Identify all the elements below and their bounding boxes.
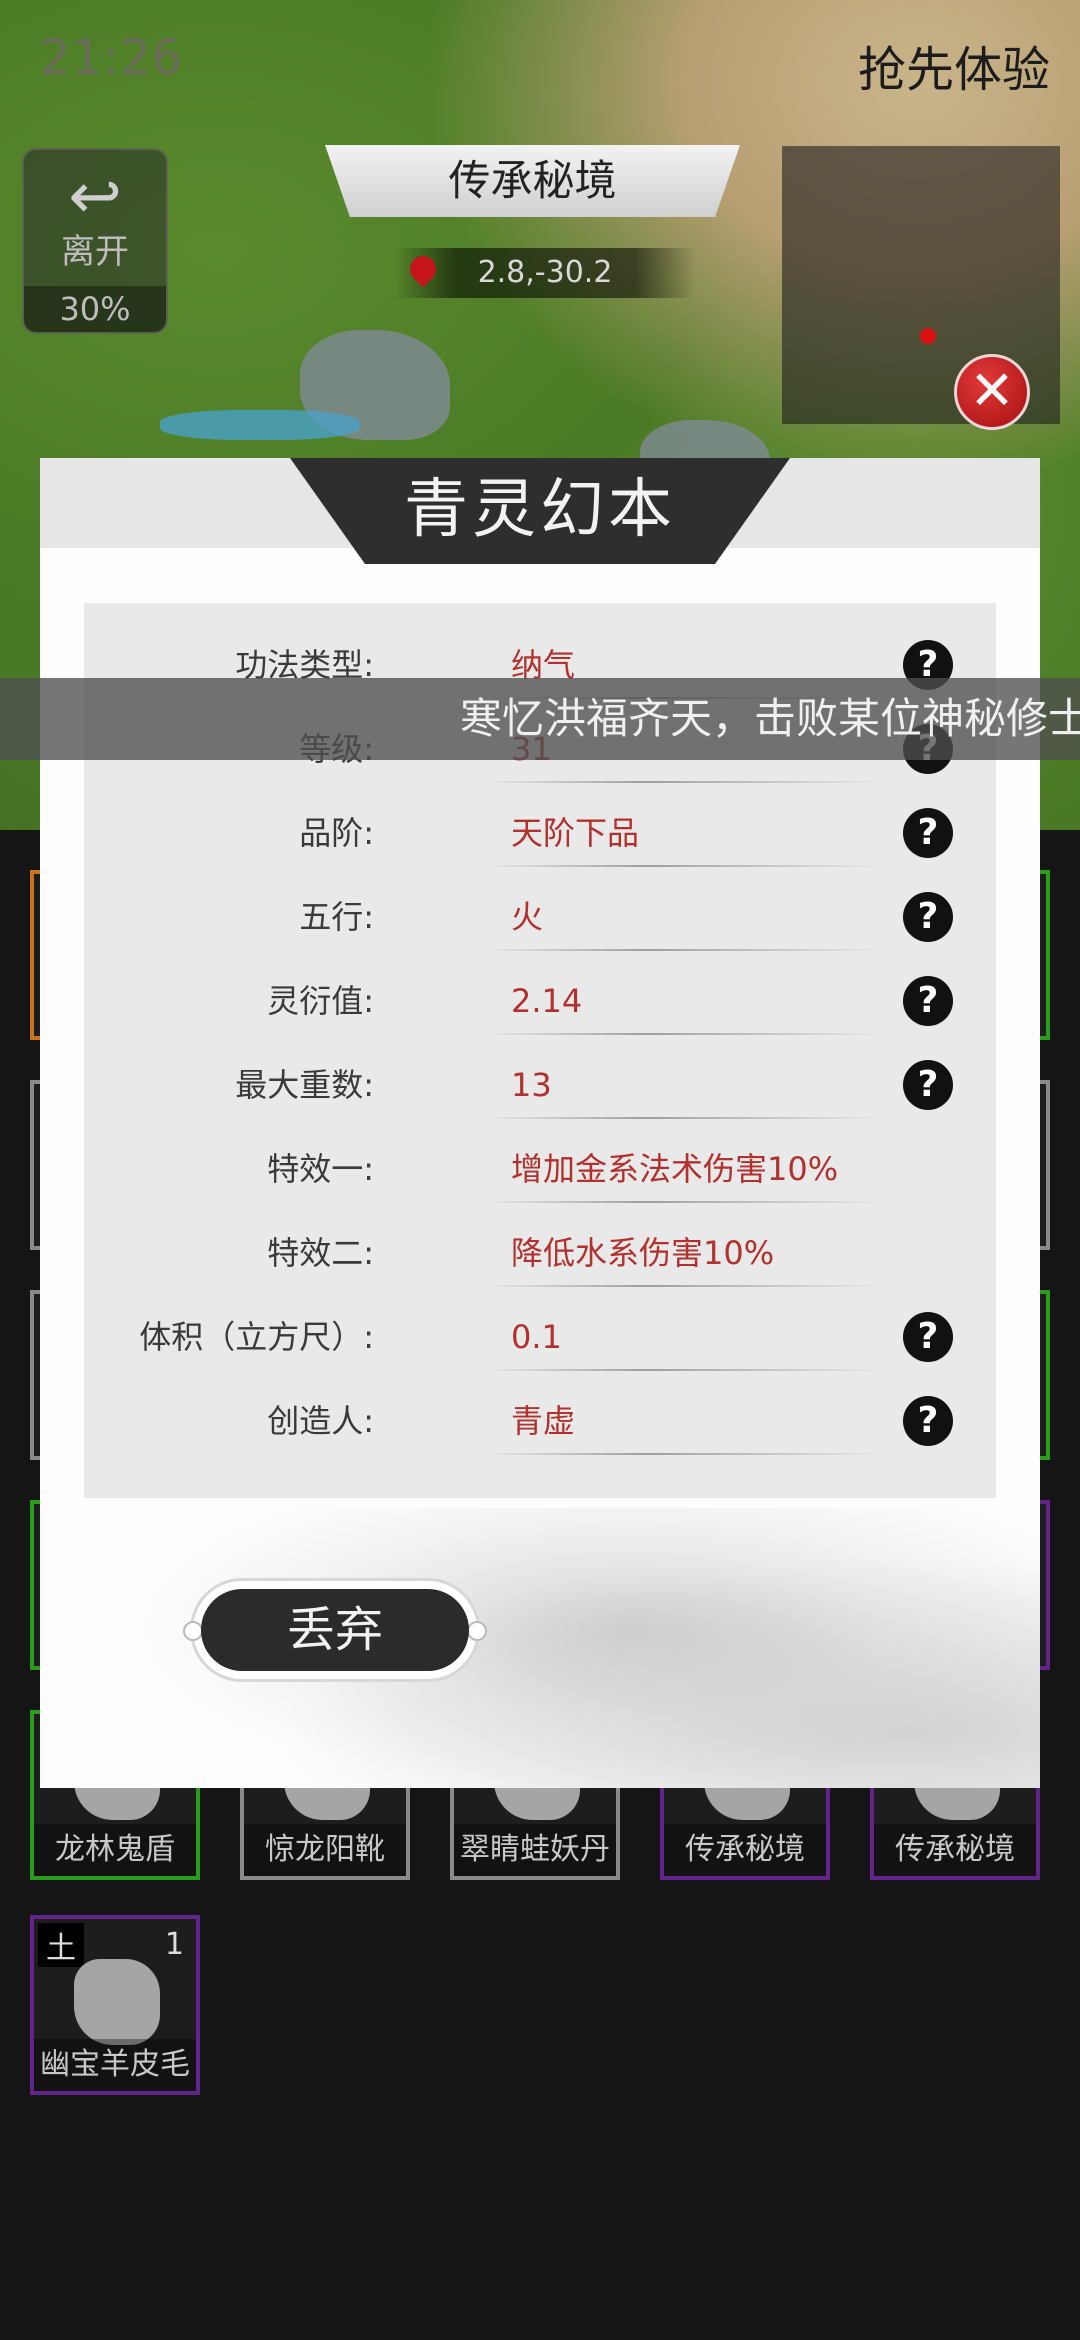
divider [484,949,886,951]
help-icon[interactable]: ? [903,976,953,1026]
property-value: 火 [511,898,544,936]
item-name: 传承秘境 [874,1824,1036,1876]
item-detail-dialog: 青灵幻本 功法类型: 纳气 ? 等级: 31 ? 品阶: 天阶下品 ? 五行: … [40,458,1040,1788]
property-key: 特效二: [267,1234,374,1272]
discard-button[interactable]: 丢弃 [183,1578,487,1682]
help-icon[interactable]: ? [903,808,953,858]
map-water [160,410,360,440]
button-knob-decoration [467,1621,487,1641]
zone-title: 传承秘境 [325,145,740,217]
leave-label: 离开 [61,232,129,272]
divider [484,781,886,783]
close-icon[interactable]: ✕ [954,354,1030,430]
dialog-title: 青灵幻本 [290,458,790,564]
item-name: 传承秘境 [664,1824,826,1876]
button-knob-decoration [183,1621,203,1641]
property-key: 品阶: [299,814,374,852]
property-value: 13 [511,1066,552,1104]
player-dot-icon [920,328,936,344]
property-row: 体积（立方尺）: 0.1 ? [84,1295,996,1379]
divider [484,1117,886,1119]
ticker-text: 寒忆洪福齐天，击败某位神秘修士 [460,694,1080,743]
leave-button[interactable]: ↩ 离开 30% [22,148,168,334]
item-name: 幽宝羊皮毛 [34,2039,196,2091]
help-icon[interactable]: ? [903,1312,953,1362]
sheep-hide-icon [74,1959,160,2045]
property-key: 五行: [299,898,374,936]
property-key: 灵衍值: [267,982,374,1020]
leave-percent: 30% [24,286,166,332]
divider [484,1369,886,1371]
property-row: 灵衍值: 2.14 ? [84,959,996,1043]
property-value: 2.14 [511,982,583,1020]
coordinates-readout: 2.8,-30.2 [395,248,695,298]
element-tag: 土 [38,1923,84,1967]
property-row: 特效二: 降低水系伤害10% [84,1211,996,1295]
divider [484,1453,886,1455]
status-time: 21:26 [40,30,184,86]
property-key: 体积（立方尺）: [139,1318,374,1356]
inventory-slot[interactable]: 土 1 幽宝羊皮毛 [30,1915,200,2095]
property-key: 创造人: [267,1402,374,1440]
divider [484,865,886,867]
divider [484,1285,886,1287]
return-arrow-icon: ↩ [68,160,122,234]
item-name: 翠睛蛙妖丹 [454,1824,616,1876]
item-count: 1 [164,1927,184,1962]
property-key: 最大重数: [235,1066,374,1104]
property-value: 增加金系法术伤害10% [511,1150,839,1188]
property-row: 特效一: 增加金系法术伤害10% [84,1127,996,1211]
property-row: 最大重数: 13 ? [84,1043,996,1127]
item-name: 龙林鬼盾 [34,1824,196,1876]
divider [484,1033,886,1035]
property-row: 品阶: 天阶下品 ? [84,791,996,875]
property-value: 天阶下品 [511,814,640,852]
divider [484,1201,886,1203]
property-value: 青虚 [511,1402,576,1440]
property-value: 0.1 [511,1318,562,1356]
item-name: 惊龙阳靴 [244,1824,406,1876]
property-row: 五行: 火 ? [84,875,996,959]
early-access-label[interactable]: 抢先体验 [858,30,1050,100]
property-value: 降低水系伤害10% [511,1234,775,1272]
announcement-ticker: 寒忆洪福齐天，击败某位神秘修士 [0,678,1080,760]
property-row: 创造人: 青虚 ? [84,1379,996,1463]
property-key: 特效一: [267,1150,374,1188]
help-icon[interactable]: ? [903,1396,953,1446]
discard-label: 丢弃 [201,1589,469,1671]
help-icon[interactable]: ? [903,1060,953,1110]
help-icon[interactable]: ? [903,892,953,942]
